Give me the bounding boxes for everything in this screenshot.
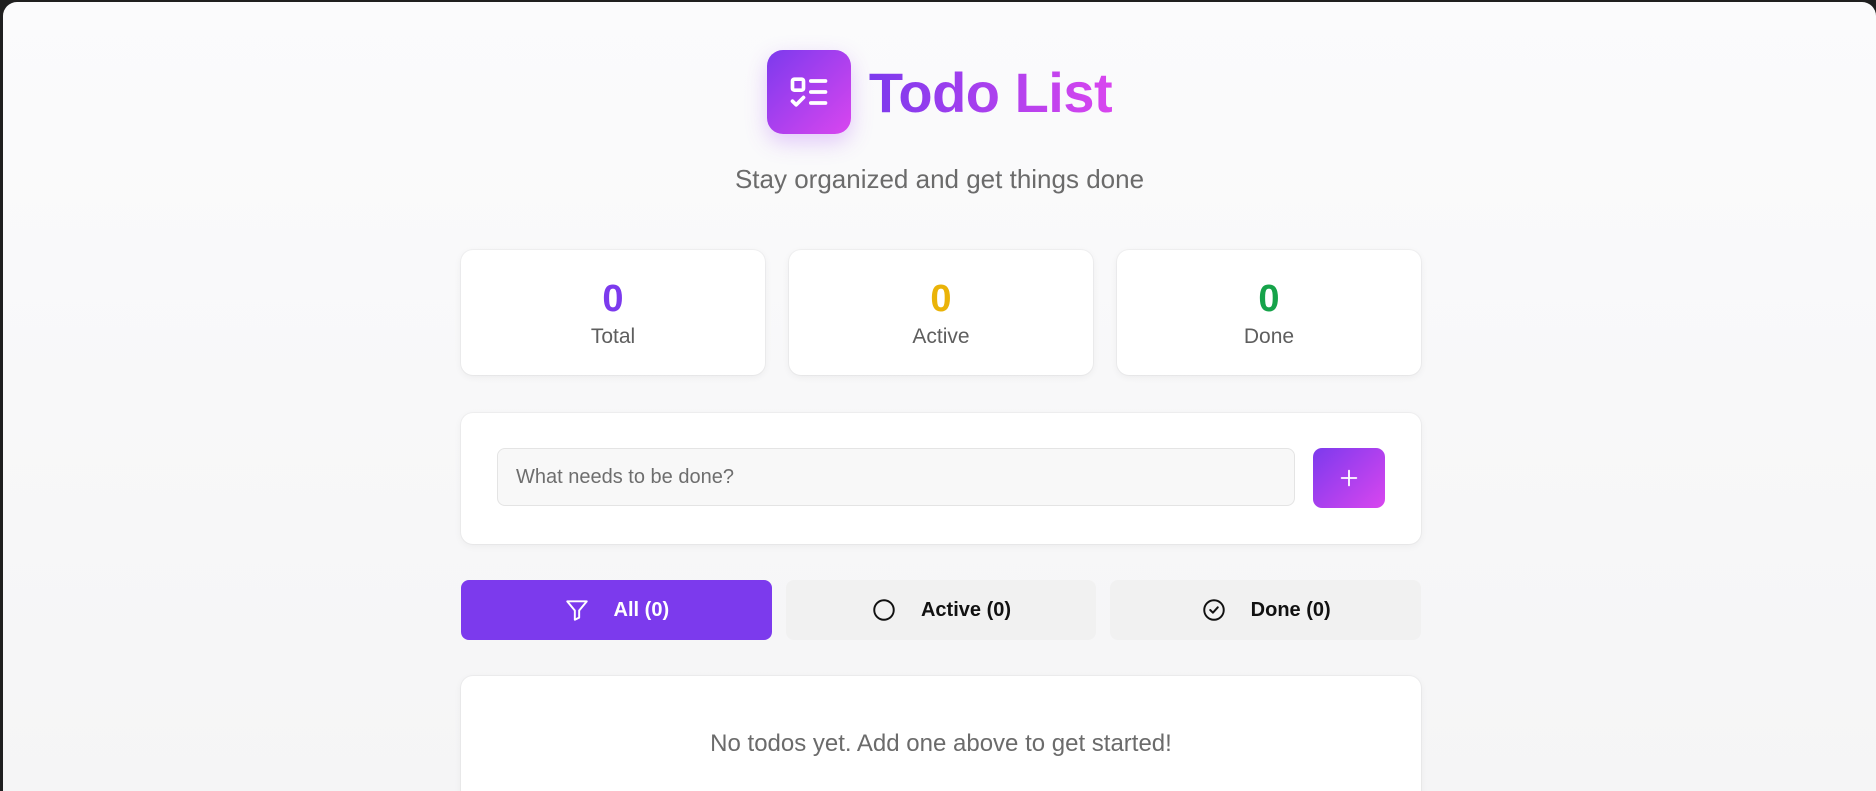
filter-done-label: Done (0) xyxy=(1250,598,1331,621)
circle-icon xyxy=(873,599,895,621)
filter-icon xyxy=(565,600,588,621)
page-title: Todo List xyxy=(868,60,1113,124)
add-todo-button[interactable] xyxy=(1313,448,1385,508)
stats-row: 0 Total 0 Active 0 Done xyxy=(461,250,1421,375)
filter-tabs: All (0) Active (0) Done (0) xyxy=(461,580,1422,640)
stat-card-done: 0 Done xyxy=(1117,250,1421,375)
app-logo xyxy=(766,50,851,134)
app-header: Todo List xyxy=(3,50,1876,134)
stat-active-label: Active xyxy=(912,324,970,348)
filter-all-button[interactable]: All (0) xyxy=(461,580,772,640)
app-window: Todo List Stay organized and get things … xyxy=(3,2,1876,791)
stat-card-total: 0 Total xyxy=(461,250,765,375)
stat-total-value: 0 xyxy=(602,277,624,320)
filter-done-button[interactable]: Done (0) xyxy=(1110,580,1422,640)
add-todo-card xyxy=(461,413,1421,544)
todo-input[interactable] xyxy=(497,448,1295,506)
stat-done-value: 0 xyxy=(1258,277,1280,320)
filter-active-button[interactable]: Active (0) xyxy=(785,580,1097,640)
filter-active-label: Active (0) xyxy=(920,598,1012,621)
empty-state-message: No todos yet. Add one above to get start… xyxy=(710,730,1172,757)
stat-active-value: 0 xyxy=(930,277,952,320)
stat-done-label: Done xyxy=(1243,324,1295,348)
check-circle-icon xyxy=(1202,599,1225,621)
filter-all-label: All (0) xyxy=(613,598,670,621)
stat-card-active: 0 Active xyxy=(789,250,1093,375)
plus-icon xyxy=(1340,469,1358,487)
todo-list-empty-state: No todos yet. Add one above to get start… xyxy=(461,676,1421,791)
page-subtitle: Stay organized and get things done xyxy=(734,164,1145,194)
checklist-icon xyxy=(790,77,828,107)
stat-total-label: Total xyxy=(590,324,636,348)
